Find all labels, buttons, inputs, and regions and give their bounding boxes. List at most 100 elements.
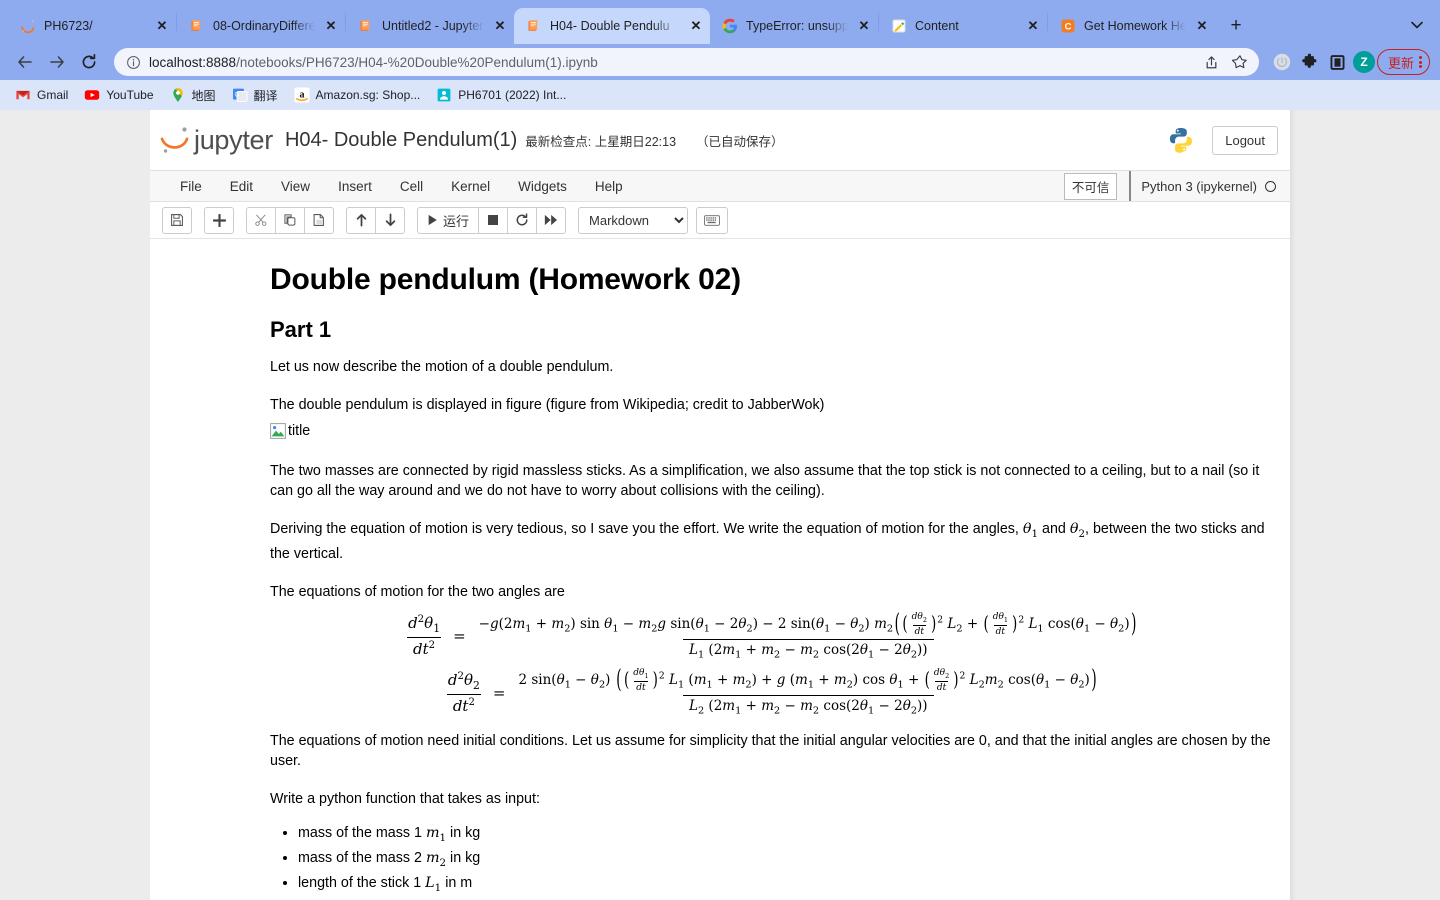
paragraph-4: Deriving the equation of motion is very …	[270, 519, 1276, 564]
jupyter-notebook-app: jupyter H04- Double Pendulum(1) 最新检查点: 上…	[150, 110, 1296, 900]
tab-close-icon[interactable]: ✕	[492, 18, 508, 34]
svg-text:a: a	[299, 89, 304, 100]
jupyter-book-icon	[528, 20, 538, 31]
profile-avatar[interactable]: Z	[1352, 51, 1375, 73]
list-item: length of the stick 1 L1 in m	[298, 873, 1276, 898]
stop-icon[interactable]	[478, 206, 509, 234]
bullet-symbol: m1	[425, 824, 447, 844]
bookmark-star-icon[interactable]	[1229, 51, 1251, 73]
notebook-toolbar: 运行 Markdown	[150, 202, 1290, 238]
menu-insert[interactable]: Insert	[324, 173, 386, 200]
menu-widgets[interactable]: Widgets	[504, 173, 581, 200]
tab-close-icon[interactable]: ✕	[856, 18, 872, 34]
back-button[interactable]	[10, 47, 40, 77]
share-icon[interactable]	[1201, 51, 1223, 73]
browser-tab-3-active[interactable]: H04- Double Pendulu ✕	[514, 8, 710, 44]
menu-help[interactable]: Help	[581, 173, 637, 200]
forward-button[interactable]	[42, 47, 72, 77]
tab-title: PH6723/	[44, 19, 93, 33]
extensions-puzzle-icon[interactable]	[1297, 49, 1323, 75]
jupyter-logo[interactable]: jupyter	[158, 123, 273, 157]
list-item: mass of the mass 2 m2 in kg	[298, 848, 1276, 873]
arrow-down-icon[interactable]	[375, 206, 405, 234]
url-host: localhost:8888	[149, 54, 237, 70]
browser-tab-1[interactable]: 08-OrdinaryDifferenti ✕	[177, 8, 345, 44]
bullet-post: in m	[441, 874, 473, 891]
jupyter-book-icon	[191, 20, 201, 31]
reading-list-icon[interactable]	[1325, 49, 1351, 75]
menu-file[interactable]: File	[166, 173, 216, 200]
new-tab-button[interactable]: +	[1222, 12, 1250, 40]
page-title: Double pendulum (Homework 02)	[270, 263, 741, 296]
menu-edit[interactable]: Edit	[216, 173, 267, 200]
cell-type-select[interactable]: Markdown	[578, 206, 689, 234]
browser-tab-0[interactable]: PH6723/ ✕	[8, 8, 176, 44]
fast-forward-icon[interactable]	[536, 206, 567, 234]
run-label: 运行	[443, 213, 470, 229]
tab-close-icon[interactable]: ✕	[1025, 18, 1041, 34]
command-palette-keyboard-icon[interactable]	[696, 206, 729, 234]
arrow-up-icon[interactable]	[346, 206, 376, 234]
browser-tab-6[interactable]: C Get Homework Help W ✕	[1048, 8, 1216, 44]
browser-tab-4[interactable]: TypeError: unsupporte ✕	[710, 8, 878, 44]
browser-navigation-bar: localhost:8888/notebooks/PH6723/H04-%20D…	[0, 44, 1440, 80]
copy-icon[interactable]	[275, 206, 305, 234]
toolbar-group-clipboard	[246, 206, 334, 234]
browser-tab-5[interactable]: Content ✕	[879, 8, 1047, 44]
bookmark-youtube[interactable]: YouTube	[77, 83, 160, 107]
theta2-inline: θ2	[1069, 521, 1085, 540]
scissors-icon[interactable]	[246, 206, 276, 234]
bookmark-translate[interactable]: G 翻译	[225, 83, 285, 108]
logout-button[interactable]: Logout	[1212, 125, 1278, 155]
markdown-cell[interactable]: Double pendulum (Homework 02) Part 1 Let…	[150, 263, 1290, 899]
bullet-post: in kg	[446, 849, 481, 866]
section-heading: Part 1	[270, 317, 332, 342]
paste-icon[interactable]	[304, 206, 334, 234]
list-item: length of the stick 2 L2 in m	[298, 897, 1276, 899]
run-cell-button[interactable]: 运行	[417, 206, 480, 234]
menu-view[interactable]: View	[267, 173, 324, 200]
notebook-name[interactable]: H04- Double Pendulum(1)	[285, 129, 517, 152]
menubar-right: 不可信 Python 3 (ipykernel)	[1063, 171, 1290, 201]
address-bar[interactable]: localhost:8888/notebooks/PH6723/H04-%20D…	[114, 48, 1259, 76]
bookmark-ph6701[interactable]: PH6701 (2022) Int...	[429, 83, 573, 107]
save-icon[interactable]	[162, 206, 192, 234]
restart-kernel-icon[interactable]	[507, 206, 538, 234]
bookmark-maps[interactable]: 地图	[163, 83, 223, 108]
broken-image-alt-text: title	[288, 423, 311, 439]
bookmark-amazon[interactable]: a Amazon.sg: Shop...	[287, 83, 428, 107]
paragraph-4-b: and	[1038, 521, 1070, 537]
tab-close-icon[interactable]: ✕	[688, 18, 704, 34]
equation-2: d2θ2 dt2 = 2 sin(θ1 − θ2) ((dθ1 dt)2 L1 (…	[270, 665, 1276, 717]
tab-title: Get Homework Help W	[1084, 19, 1186, 33]
tab-strip: PH6723/ ✕ 08-OrdinaryDifferenti ✕ Untitl…	[0, 0, 1440, 44]
browser-menu-icon[interactable]	[1419, 56, 1422, 68]
bookmark-gmail[interactable]: Gmail	[8, 83, 75, 107]
translate-icon: G	[232, 88, 247, 102]
reload-button[interactable]	[74, 47, 104, 77]
notepad-icon	[892, 19, 906, 33]
update-button[interactable]: 更新	[1376, 49, 1430, 75]
notebook-scroll-area[interactable]: Double pendulum (Homework 02) Part 1 Let…	[150, 239, 1290, 899]
kernel-indicator[interactable]: Python 3 (ipykernel)	[1129, 171, 1290, 201]
jupyter-wordmark: jupyter	[194, 124, 273, 155]
tab-search-chevron-down-icon[interactable]	[1404, 12, 1430, 38]
tab-title: H04- Double Pendulu	[550, 19, 670, 33]
paragraph-1: Let us now describe the motion of a doub…	[270, 359, 614, 375]
disabled-extension-icon[interactable]	[1269, 49, 1295, 75]
broken-image-icon	[270, 423, 286, 439]
chegg-icon: C	[1061, 19, 1075, 33]
bullet-pre: mass of the mass 2	[298, 849, 426, 866]
bullet-post: in kg	[446, 824, 481, 841]
trust-notebook-button[interactable]: 不可信	[1063, 172, 1118, 200]
tab-close-icon[interactable]: ✕	[323, 18, 339, 34]
paragraph-5: The equations of motion for the two angl…	[270, 583, 565, 600]
browser-tab-2[interactable]: Untitled2 - Jupyter No ✕	[346, 8, 514, 44]
add-icon[interactable]	[204, 206, 234, 234]
tab-close-icon[interactable]: ✕	[1194, 18, 1210, 34]
tab-close-icon[interactable]: ✕	[154, 18, 170, 34]
bookmark-label: 地图	[191, 88, 216, 103]
bullet-pre: mass of the mass 1	[298, 824, 426, 841]
menu-cell[interactable]: Cell	[386, 173, 437, 200]
menu-kernel[interactable]: Kernel	[437, 173, 504, 200]
